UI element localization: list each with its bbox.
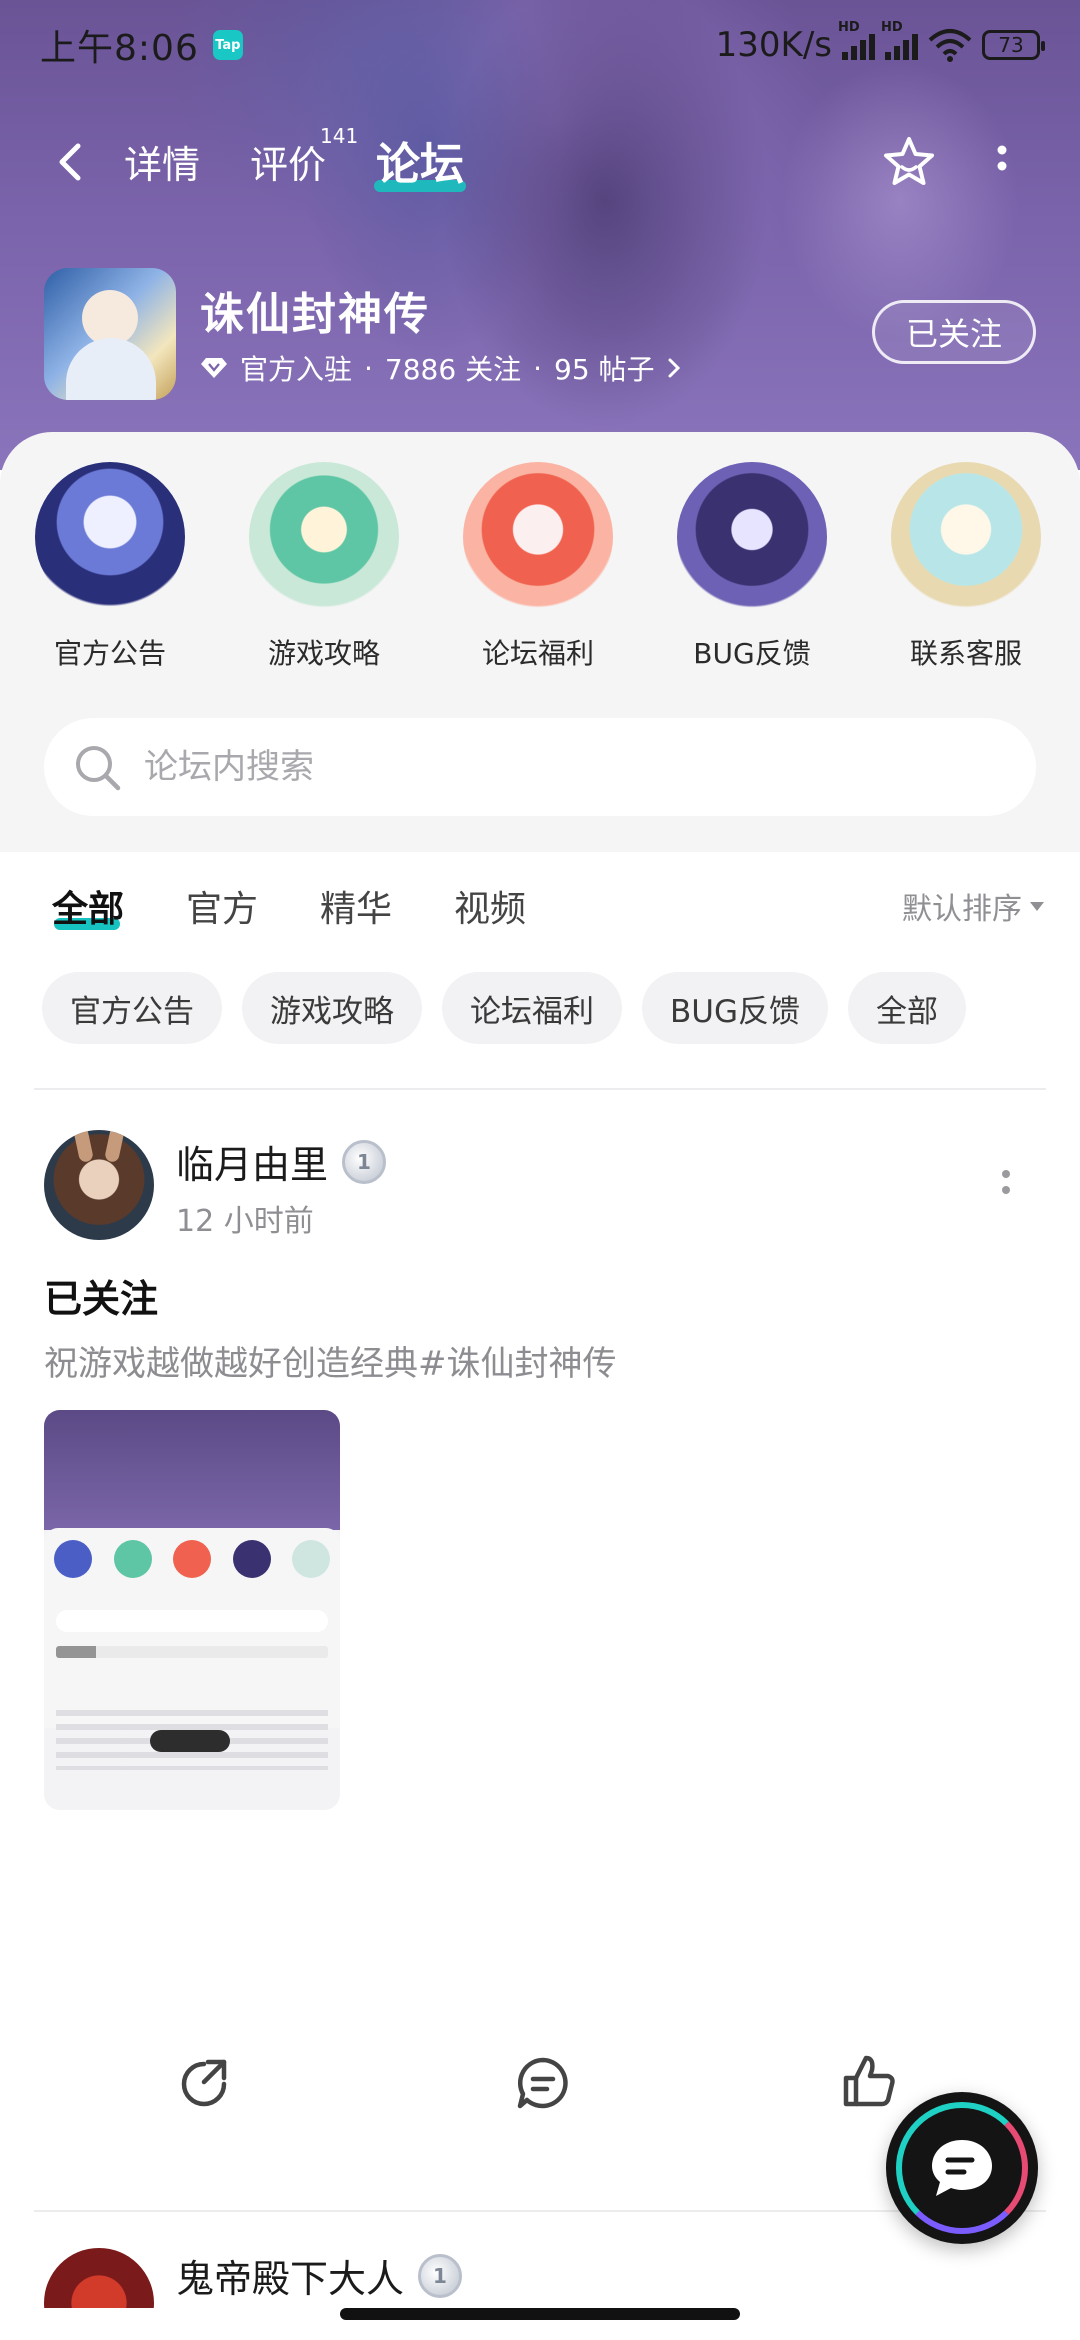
category-image (249, 462, 399, 612)
post-card[interactable]: 临月由里 1 12 小时前 已关注 祝游戏越做越好创造经典#诛仙封神传 (0, 1120, 1080, 2200)
post-more-icon[interactable] (996, 1166, 1016, 1206)
follower-count: 7886 关注 (384, 353, 522, 386)
category-image (463, 462, 613, 612)
post-time: 12 小时前 (176, 1204, 314, 1239)
category-label: BUG反馈 (693, 637, 811, 670)
author-name: 临月由里 (176, 1143, 329, 1187)
category-label: 论坛福利 (481, 637, 594, 670)
official-diamond-icon (201, 358, 227, 378)
tab-forum[interactable]: 论坛 (376, 128, 464, 192)
post-count: 95 帖子 (554, 353, 655, 386)
level-badge-icon: 1 (418, 2253, 463, 2298)
category-image (35, 462, 185, 612)
follow-button[interactable]: 已关注 (872, 300, 1036, 364)
feed-tab-all[interactable]: 全部 (52, 880, 124, 932)
category-image (891, 462, 1041, 612)
chip-all[interactable]: 全部 (847, 972, 966, 1044)
tab-detail[interactable]: 详情 (124, 134, 200, 189)
game-title: 诛仙封神传 (200, 289, 430, 340)
post-image[interactable] (44, 1410, 340, 1810)
game-meta[interactable]: 官方入驻 · 7886 关注 · 95 帖子 (200, 348, 681, 388)
chip-forum-welfare[interactable]: 论坛福利 (442, 972, 622, 1044)
signal-icon-2: HD (881, 20, 918, 60)
category-official-announcement[interactable]: 官方公告 (20, 462, 200, 672)
game-icon[interactable] (44, 268, 176, 400)
sort-dropdown[interactable]: 默认排序 (902, 884, 1044, 928)
search-input[interactable] (144, 718, 1004, 816)
divider (34, 2210, 1046, 2212)
category-game-guide[interactable]: 游戏攻略 (234, 462, 414, 672)
category-image (677, 462, 827, 612)
chip-official-announcement[interactable]: 官方公告 (42, 972, 222, 1044)
share-icon[interactable] (178, 2054, 234, 2110)
favorite-star-icon[interactable] (880, 134, 938, 192)
post-author[interactable]: 鬼帝殿下大人 1 (176, 2248, 463, 2303)
official-status: 官方入驻 (240, 353, 353, 386)
chat-bubble-icon (932, 2140, 992, 2196)
home-indicator[interactable] (340, 2308, 740, 2320)
caret-down-icon (1030, 901, 1044, 911)
forum-panel: 官方公告 游戏攻略 论坛福利 BUG反馈 联系客服 (0, 432, 1080, 852)
status-bar: 上午8:06 Tap 130K/s HD HD 73 (0, 0, 1080, 90)
network-speed: 130K/s (715, 25, 832, 65)
search-bar[interactable] (44, 718, 1036, 816)
hero-banner: 上午8:06 Tap 130K/s HD HD 73 详情 评价 141 论坛 … (0, 0, 1080, 470)
category-customer-service[interactable]: 联系客服 (876, 462, 1056, 672)
taptap-notification-icon: Tap (212, 30, 243, 60)
floating-chat-button[interactable] (886, 2092, 1038, 2244)
back-arrow-icon[interactable] (50, 140, 94, 184)
post-body: 祝游戏越做越好创造经典#诛仙封神传 (44, 1344, 617, 1384)
category-label: 官方公告 (53, 637, 166, 670)
filter-chips: 官方公告 游戏攻略 论坛福利 BUG反馈 全部 (42, 972, 966, 1046)
review-count-badge: 141 (320, 124, 359, 148)
chip-game-guide[interactable]: 游戏攻略 (242, 972, 422, 1044)
like-thumb-icon[interactable] (842, 2052, 900, 2110)
category-forum-welfare[interactable]: 论坛福利 (448, 462, 628, 672)
avatar[interactable] (44, 2248, 154, 2308)
top-nav: 详情 评价 141 论坛 (0, 120, 1080, 200)
comment-icon[interactable] (514, 2054, 572, 2112)
feed-tabs: 全部 官方 精华 视频 默认排序 (0, 870, 1080, 950)
feed-tab-video[interactable]: 视频 (454, 880, 526, 932)
tab-review[interactable]: 评价 (250, 134, 326, 189)
level-badge-icon: 1 (342, 1139, 387, 1184)
chevron-right-icon (668, 358, 680, 378)
meta-separator: · (364, 351, 373, 385)
game-header: 诛仙封神传 官方入驻 · 7886 关注 · 95 帖子 已关注 (0, 268, 1080, 400)
battery-icon: 73 (982, 30, 1045, 60)
post-author[interactable]: 临月由里 1 (176, 1134, 387, 1189)
post-title: 已关注 (44, 1277, 159, 1321)
avatar[interactable] (44, 1130, 154, 1240)
wifi-icon (928, 29, 972, 62)
signal-icon: HD (838, 20, 875, 60)
sort-label: 默认排序 (902, 892, 1022, 927)
category-label: 联系客服 (909, 637, 1022, 670)
chip-bug-feedback[interactable]: BUG反馈 (642, 972, 828, 1044)
author-name: 鬼帝殿下大人 (176, 2257, 405, 2301)
divider (34, 1088, 1046, 1090)
category-bug-feedback[interactable]: BUG反馈 (662, 462, 842, 672)
status-time: 上午8:06 (40, 28, 199, 69)
post-card[interactable]: 鬼帝殿下大人 1 (0, 2248, 1080, 2308)
category-label: 游戏攻略 (267, 637, 380, 670)
meta-separator: · (533, 351, 542, 385)
feed-tab-essence[interactable]: 精华 (320, 880, 392, 932)
more-options-icon[interactable] (990, 142, 1014, 186)
feed-tab-official[interactable]: 官方 (186, 880, 258, 932)
category-row: 官方公告 游戏攻略 论坛福利 BUG反馈 联系客服 (0, 462, 1080, 682)
search-icon (76, 746, 121, 791)
